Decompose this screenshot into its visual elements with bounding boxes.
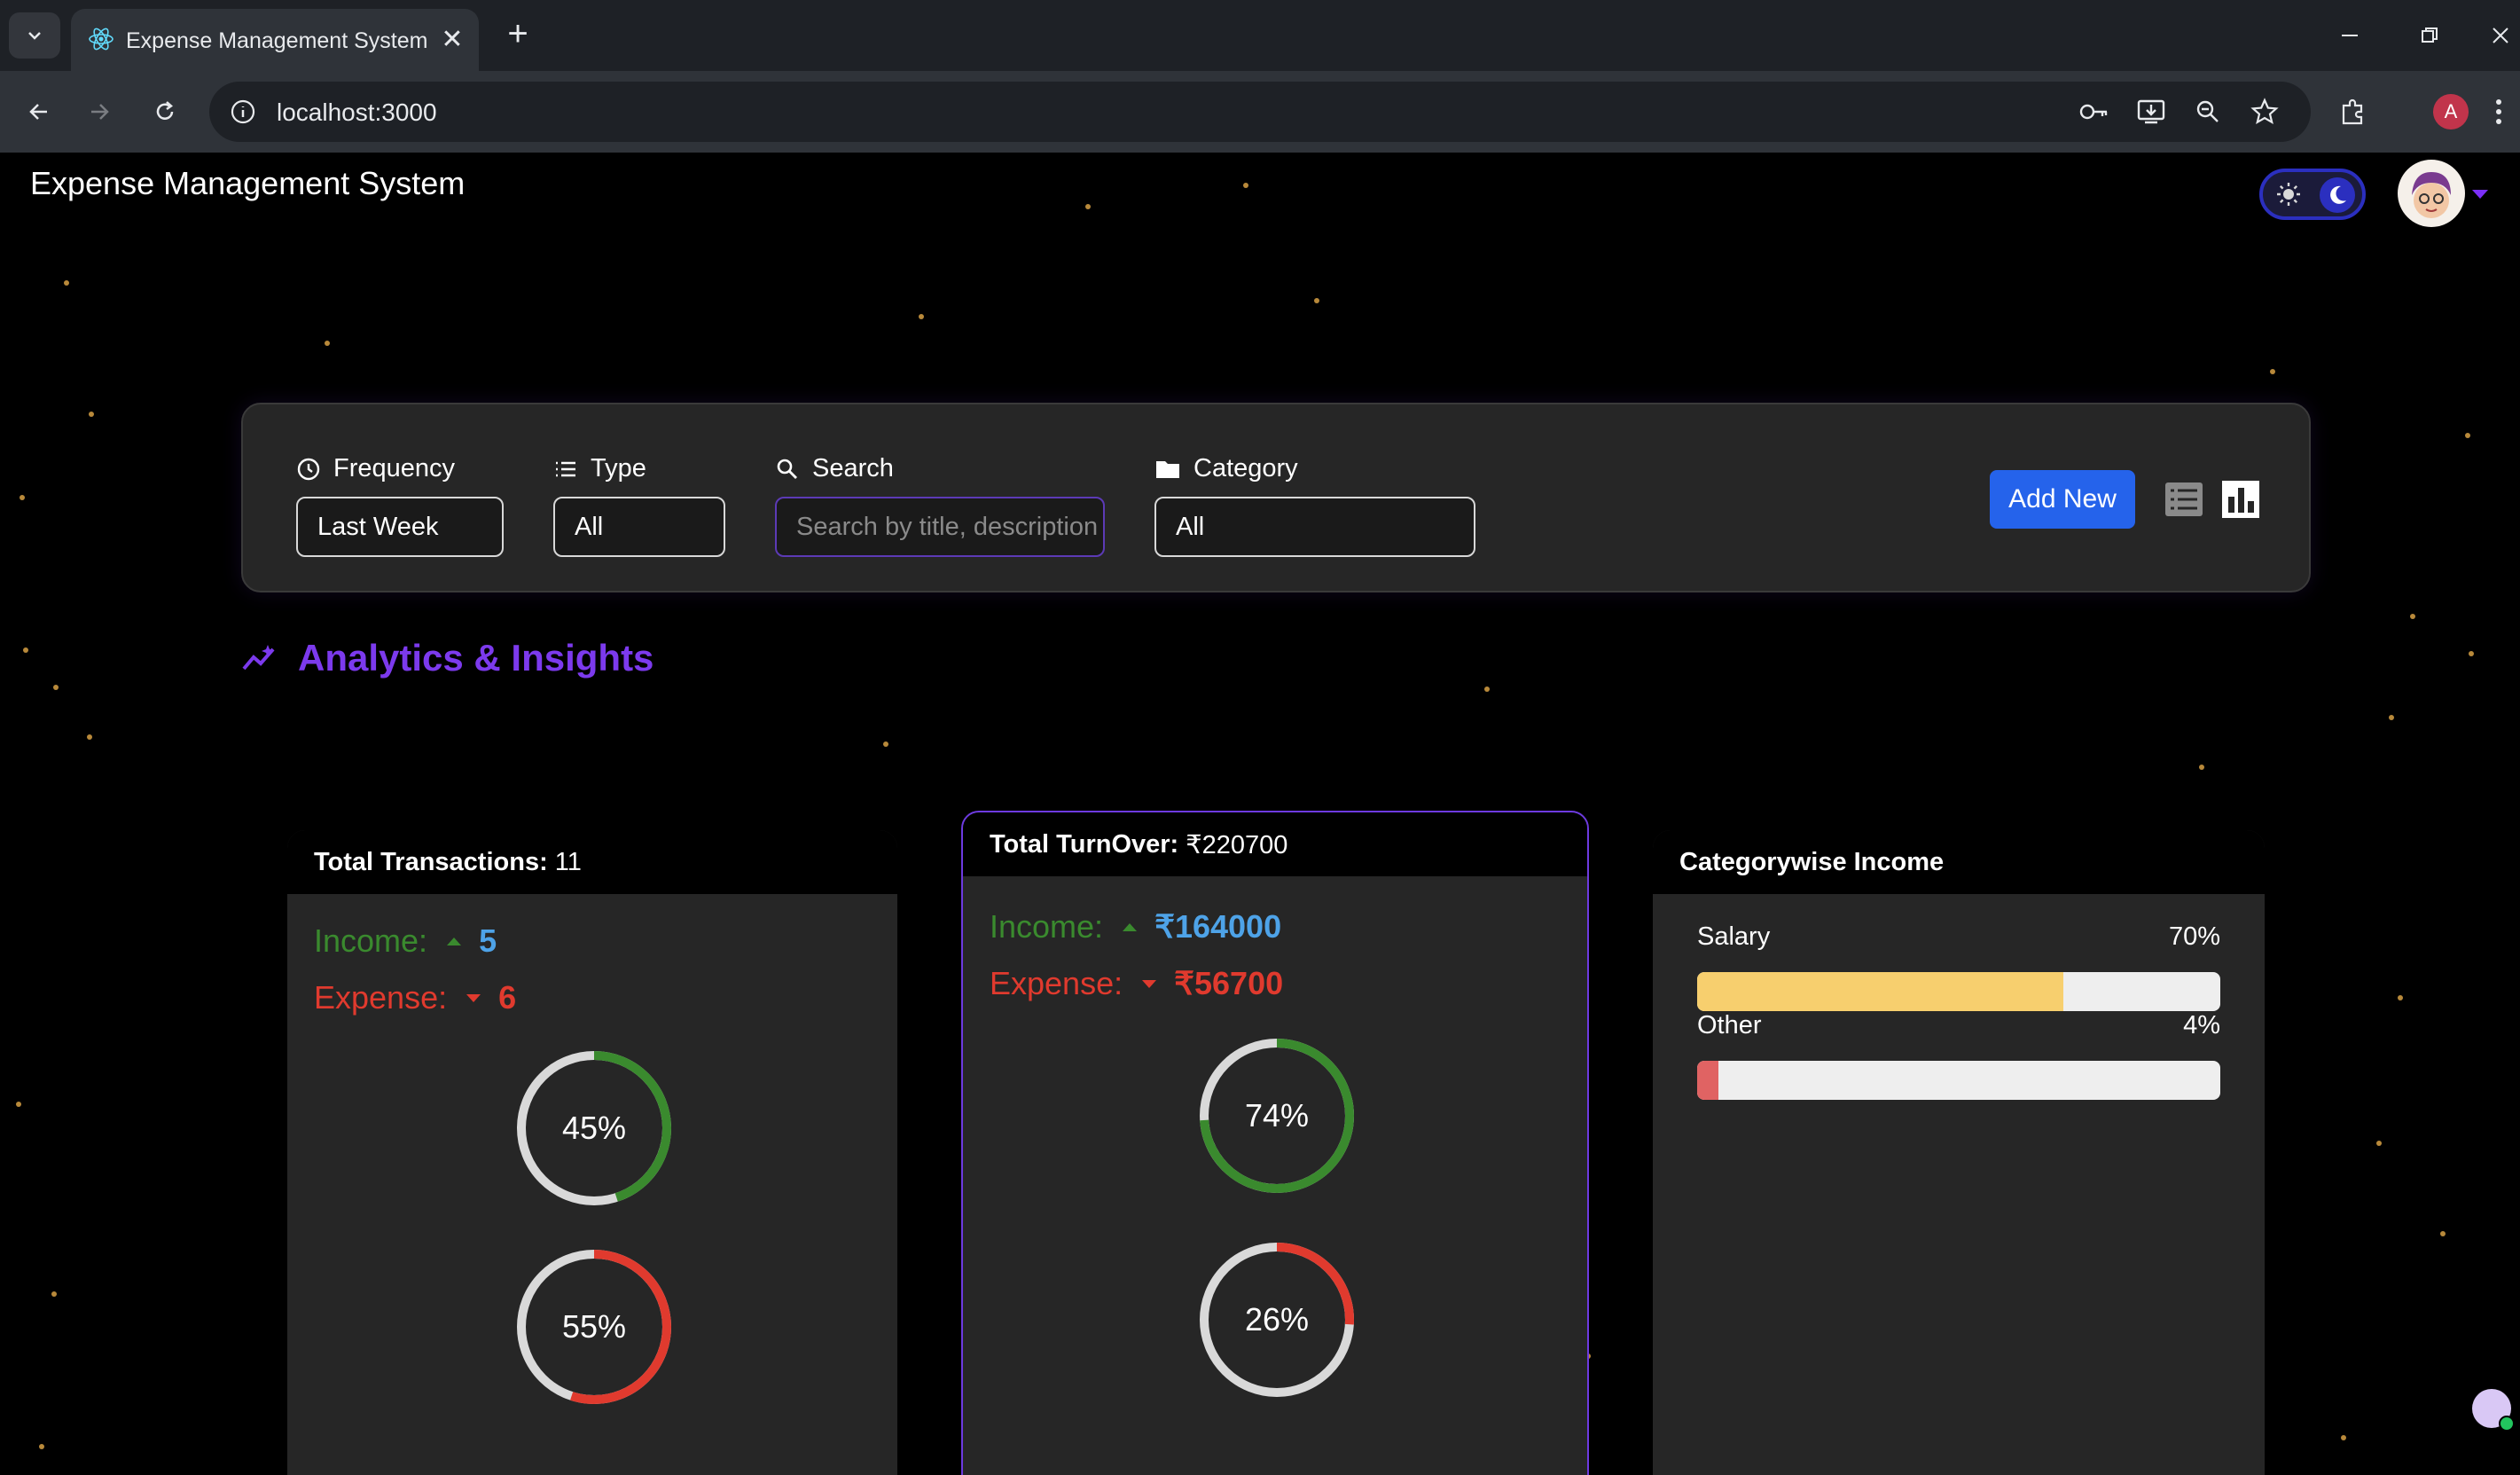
search-icon <box>777 459 797 479</box>
income-percentage-ring: 45% <box>513 1047 676 1210</box>
close-tab-icon[interactable]: ✕ <box>434 21 470 57</box>
online-status-icon <box>2499 1416 2515 1432</box>
type-label: Type <box>553 454 646 483</box>
tab-title: Expense Management System <box>126 28 428 53</box>
arrow-down-icon <box>466 993 481 1002</box>
moon-icon <box>2320 177 2355 213</box>
search-label: Search <box>775 454 894 483</box>
new-tab-icon[interactable]: + <box>498 14 537 53</box>
user-avatar[interactable] <box>2398 160 2465 227</box>
category-progress-bar <box>1697 1061 2220 1100</box>
caret-down-icon[interactable] <box>2472 190 2488 199</box>
chart-view-icon[interactable] <box>2220 479 2261 520</box>
type-select[interactable]: All <box>553 497 725 557</box>
url-text: localhost:3000 <box>277 98 437 126</box>
list-view-icon[interactable] <box>2164 479 2204 520</box>
browser-tab-bar: Expense Management System ✕ + <box>0 0 2520 71</box>
frequency-select[interactable]: Last Week <box>296 497 504 557</box>
income-stat: Income: 5 <box>314 922 497 959</box>
more-menu-icon[interactable] <box>2479 92 2518 131</box>
turnover-card: Total TurnOver: ₹220700 Income: ₹164000 … <box>961 811 1589 1475</box>
expense-percentage-ring: 55% <box>513 1245 676 1408</box>
category-percent: 70% <box>2168 922 2220 951</box>
category-progress-fill <box>1697 972 2063 1011</box>
category-select[interactable]: All <box>1154 497 1475 557</box>
site-info-icon[interactable] <box>225 94 261 129</box>
category-progress-bar <box>1697 972 2220 1011</box>
income-stat: Income: ₹164000 <box>990 908 1282 945</box>
tab-search-button[interactable] <box>9 12 60 59</box>
app-title: Expense Management System <box>30 165 466 201</box>
arrow-up-icon <box>1123 922 1138 931</box>
card-header: Total TurnOver: ₹220700 <box>963 812 1587 876</box>
password-key-icon[interactable] <box>2077 94 2112 129</box>
minimize-icon[interactable] <box>2323 12 2376 59</box>
expense-stat: Expense: ₹56700 <box>990 965 1284 1001</box>
bookmark-star-icon[interactable] <box>2247 94 2282 129</box>
back-icon[interactable] <box>14 87 64 137</box>
expense-percentage-ring: 26% <box>1195 1238 1358 1401</box>
category-progress-fill <box>1697 1061 1718 1100</box>
arrow-down-icon <box>1142 979 1157 988</box>
zoom-icon[interactable] <box>2190 94 2226 129</box>
card-header: Categorywise Income <box>1653 830 2265 894</box>
category-percent: 4% <box>2183 1011 2220 1040</box>
clock-icon <box>297 458 320 480</box>
chevron-down-icon <box>28 32 41 40</box>
folder-icon <box>1156 460 1179 478</box>
browser-toolbar: localhost:3000 A <box>0 71 2520 153</box>
extensions-icon[interactable] <box>2334 92 2373 131</box>
close-window-icon[interactable] <box>2474 12 2520 59</box>
profile-avatar[interactable]: A <box>2433 94 2469 129</box>
expense-stat: Expense: 6 <box>314 979 517 1016</box>
sun-icon <box>2277 183 2300 206</box>
react-icon <box>89 27 113 51</box>
forward-icon[interactable] <box>74 87 124 137</box>
category-name: Other <box>1697 1011 1762 1040</box>
analytics-heading: Analytics & Insights <box>241 637 653 679</box>
app-page: Expense Management System Frequency Last… <box>0 153 2520 1475</box>
reload-icon[interactable] <box>140 87 190 137</box>
category-income-card: Categorywise Income Salary 70% Other 4% <box>1653 830 2265 1475</box>
card-header: Total Transactions: 11 <box>287 830 897 894</box>
category-name: Salary <box>1697 922 1771 951</box>
list-icon <box>556 461 575 476</box>
add-new-button[interactable]: Add New <box>1990 470 2135 529</box>
filter-panel: Frequency Last Week Type All Search Sear… <box>241 403 2311 592</box>
address-bar[interactable]: localhost:3000 <box>209 82 2311 142</box>
transactions-card: Total Transactions: 11 Income: 5 Expense… <box>287 830 897 1475</box>
theme-toggle[interactable] <box>2259 169 2366 220</box>
category-label: Category <box>1154 454 1298 483</box>
frequency-label: Frequency <box>296 454 455 483</box>
trending-icon <box>242 645 275 671</box>
arrow-up-icon <box>447 937 462 945</box>
search-input[interactable]: Search by title, description <box>775 497 1105 557</box>
restore-icon[interactable] <box>2403 12 2456 59</box>
browser-tab[interactable]: Expense Management System ✕ <box>71 9 479 71</box>
install-app-icon[interactable] <box>2133 94 2169 129</box>
income-percentage-ring: 74% <box>1195 1034 1358 1197</box>
